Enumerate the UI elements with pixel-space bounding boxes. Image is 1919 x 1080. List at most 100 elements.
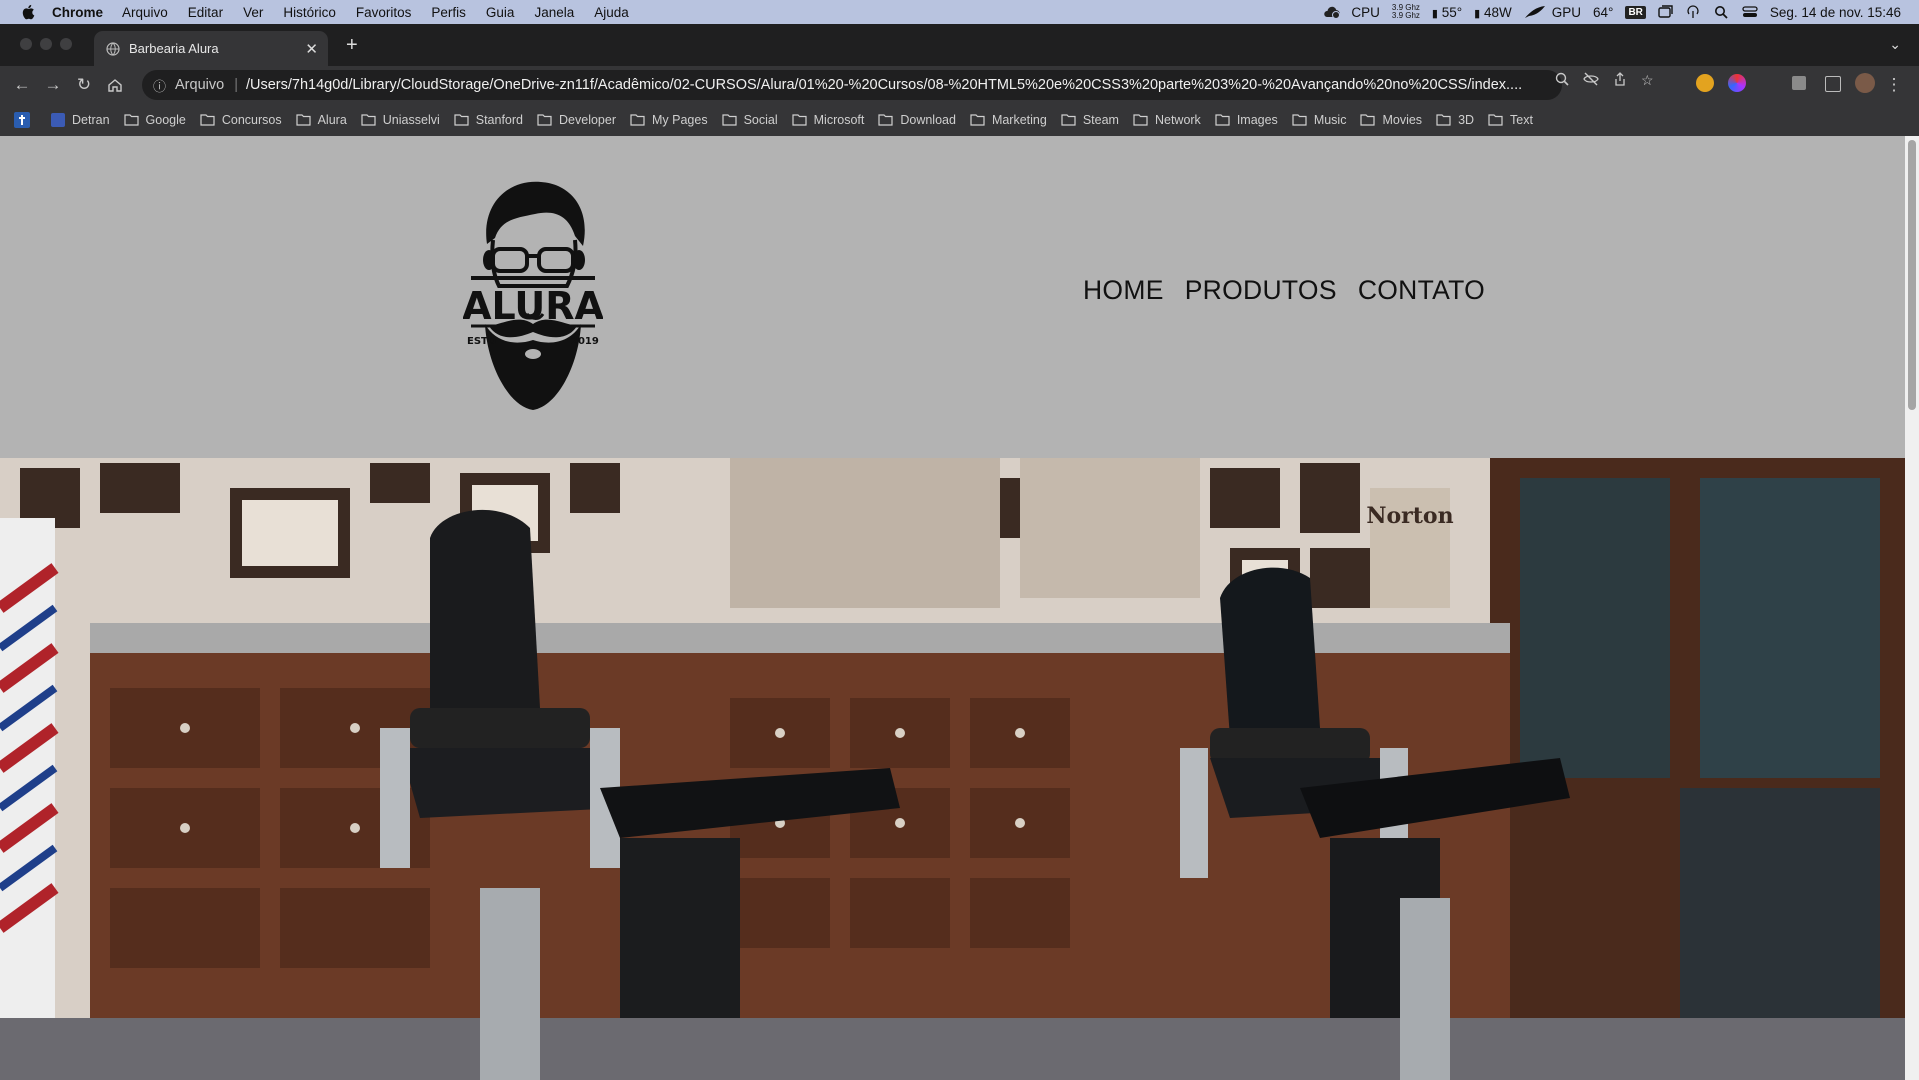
cpu-temperature[interactable]: ▮ 55° — [1432, 5, 1462, 20]
bookmark-label: Microsoft — [813, 113, 865, 127]
menu-perfis[interactable]: Perfis — [431, 5, 466, 20]
power-usage[interactable]: ▮ 48W — [1474, 5, 1512, 20]
bookmark-folder-uniasselvi[interactable]: Uniasselvi — [361, 113, 440, 127]
site-header: ALURA ESTD 2019 HOME PRODUTOS CONTATO — [0, 136, 1905, 458]
input-source-badge[interactable]: BR — [1625, 5, 1646, 19]
extension-color-icon[interactable] — [1728, 74, 1746, 92]
bookmark-label: Detran — [72, 113, 110, 127]
bookmark-folder-network[interactable]: Network — [1133, 113, 1201, 127]
zoom-icon[interactable] — [1555, 72, 1569, 89]
extensions-puzzle-icon[interactable] — [1792, 76, 1806, 90]
norton-sign-text: Norton — [1366, 503, 1453, 529]
side-panel-icon[interactable] — [1825, 76, 1841, 92]
menu-ajuda[interactable]: Ajuda — [594, 5, 629, 20]
menu-guia[interactable]: Guia — [486, 5, 515, 20]
site-navigation: HOME PRODUTOS CONTATO — [1083, 275, 1485, 306]
cpu-temperature-value: 55° — [1441, 4, 1463, 20]
bookmark-label: Uniasselvi — [382, 113, 440, 127]
eye-off-icon[interactable] — [1583, 72, 1599, 89]
menu-arquivo[interactable]: Arquivo — [122, 5, 168, 20]
clock-datetime[interactable]: Seg. 14 de nov. 15:46 — [1770, 5, 1901, 20]
forward-arrow-icon[interactable]: → — [44, 75, 62, 94]
chrome-window: Barbearia Alura ✕ + ⌄ ← → ↻ ⓘ Arquivo | … — [0, 24, 1919, 136]
macos-menu-bar: Chrome Arquivo Editar Ver Histórico Favo… — [0, 0, 1919, 24]
cpu-label[interactable]: CPU — [1351, 5, 1380, 20]
control-center-icon[interactable] — [1742, 5, 1758, 19]
menu-ver[interactable]: Ver — [243, 5, 263, 20]
window-switcher-icon[interactable] — [1658, 5, 1674, 19]
bookmark-label: Stanford — [475, 113, 524, 127]
star-bookmark-icon[interactable]: ☆ — [1641, 72, 1654, 89]
more-menu-icon[interactable]: ⋮ — [1885, 75, 1903, 94]
bookmark-folder-steam[interactable]: Steam — [1061, 113, 1119, 127]
chevron-down-icon[interactable]: ⌄ — [1889, 36, 1901, 53]
bookmark-folder-social[interactable]: Social — [721, 113, 778, 127]
share-icon[interactable] — [1613, 72, 1627, 89]
nav-produtos-link[interactable]: PRODUTOS — [1185, 275, 1337, 306]
apple-icon[interactable] — [18, 2, 38, 22]
minimize-window-button[interactable] — [40, 38, 52, 50]
bookmark-detran[interactable]: Detran — [51, 113, 110, 127]
bookmark-folder-microsoft[interactable]: Microsoft — [792, 113, 865, 127]
spotlight-search-icon[interactable] — [1714, 5, 1730, 19]
globe-icon — [106, 41, 120, 56]
bookmark-label: Network — [1154, 113, 1201, 127]
logo-year: 2019 — [571, 336, 599, 347]
url-text[interactable]: /Users/7h14g0d/Library/CloudStorage/OneD… — [246, 77, 1562, 93]
bookmark-label: Movies — [1382, 113, 1423, 127]
bookmark-folder-text[interactable]: Text — [1488, 113, 1533, 127]
bookmark-folder-stanford[interactable]: Stanford — [454, 113, 523, 127]
nav-contato-link[interactable]: CONTATO — [1358, 275, 1485, 306]
menu-janela[interactable]: Janela — [534, 5, 574, 20]
bookmark-folder-3d[interactable]: 3D — [1436, 113, 1474, 127]
extension-honey-icon[interactable] — [1696, 74, 1714, 92]
cpu-frequency: 3.9 Ghz 3.9 Ghz — [1392, 4, 1420, 20]
bookmark-label: Google — [145, 113, 186, 127]
bookmark-folder-download[interactable]: Download — [878, 113, 956, 127]
bookmark-folder-developer[interactable]: Developer — [537, 113, 616, 127]
reload-icon[interactable]: ↻ — [75, 75, 93, 94]
address-bar[interactable]: ⓘ Arquivo | /Users/7h14g0d/Library/Cloud… — [142, 70, 1562, 100]
bookmark-folder-google[interactable]: Google — [123, 113, 186, 127]
new-tab-plus-icon[interactable]: + — [346, 34, 358, 57]
url-scheme-label: Arquivo — [175, 77, 225, 93]
web-page: ALURA ESTD 2019 HOME PRODUTOS CONTATO No… — [0, 136, 1905, 1080]
bookmark-folder-music[interactable]: Music — [1292, 113, 1346, 127]
omnibox-actions: ☆ — [1555, 72, 1654, 89]
bookmark-folder-my-pages[interactable]: My Pages — [630, 113, 708, 127]
bookmark-folder-alura[interactable]: Alura — [295, 113, 347, 127]
close-tab-icon[interactable]: ✕ — [305, 40, 318, 58]
bookmark-label: Download — [900, 113, 956, 127]
gpu-label[interactable]: GPU — [1552, 5, 1581, 20]
alura-barber-logo[interactable]: ALURA ESTD 2019 — [462, 174, 604, 416]
feather-icon[interactable] — [1524, 5, 1545, 19]
scrollbar-thumb[interactable] — [1908, 140, 1916, 410]
bookmark-folder-movies[interactable]: Movies — [1360, 113, 1422, 127]
profile-avatar[interactable] — [1855, 73, 1875, 93]
bookmark-folder-images[interactable]: Images — [1215, 113, 1278, 127]
menu-historico[interactable]: Histórico — [283, 5, 336, 20]
logo-estd: ESTD — [467, 336, 496, 347]
tab-barbearia-alura[interactable]: Barbearia Alura ✕ — [94, 31, 328, 66]
airdrop-icon[interactable] — [1686, 5, 1702, 19]
bookmark-cross-icon[interactable] — [14, 112, 37, 128]
logo-wordmark: ALURA — [463, 284, 603, 328]
page-scrollbar[interactable] — [1905, 136, 1919, 1080]
menu-editar[interactable]: Editar — [188, 5, 223, 20]
tab-title: Barbearia Alura — [129, 41, 219, 56]
bookmark-label: Images — [1236, 113, 1278, 127]
bookmark-label: My Pages — [652, 113, 708, 127]
home-icon[interactable] — [106, 76, 124, 94]
menu-favoritos[interactable]: Favoritos — [356, 5, 412, 20]
bookmark-label: Social — [743, 113, 778, 127]
back-arrow-icon[interactable]: ← — [13, 75, 31, 94]
site-info-icon[interactable]: ⓘ — [153, 76, 166, 95]
close-window-button[interactable] — [20, 38, 32, 50]
zoom-window-button[interactable] — [60, 38, 72, 50]
cloud-status-icon[interactable] — [1323, 5, 1341, 19]
bookmark-folder-marketing[interactable]: Marketing — [970, 113, 1047, 127]
app-menu-chrome[interactable]: Chrome — [52, 5, 103, 20]
nav-home-link[interactable]: HOME — [1083, 275, 1164, 306]
bookmark-folder-concursos[interactable]: Concursos — [200, 113, 282, 127]
gpu-temperature[interactable]: 64° — [1593, 5, 1613, 20]
